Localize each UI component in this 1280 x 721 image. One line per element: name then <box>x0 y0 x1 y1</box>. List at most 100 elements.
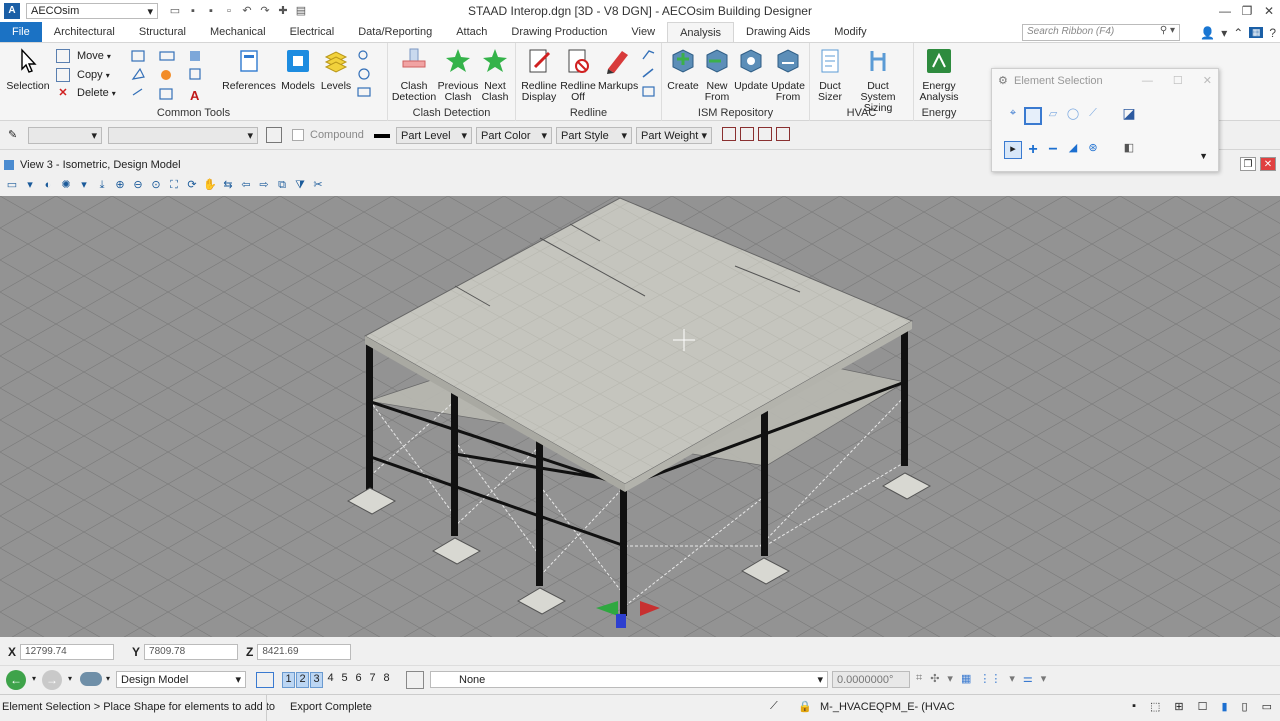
search-ribbon-input[interactable]: Search Ribbon (F4) ⚲ ▾ <box>1022 24 1180 41</box>
angle-field[interactable]: 0.0000000° <box>832 671 910 688</box>
shape-select-icon[interactable]: ▱ <box>1044 107 1062 125</box>
design-viewport[interactable] <box>0 196 1280 637</box>
block-select-icon[interactable] <box>1024 107 1042 125</box>
blank-status-icon[interactable]: ☐ <box>1198 700 1208 713</box>
folder-icon[interactable]: ▭ <box>168 4 182 18</box>
printer-icon[interactable]: ▤ <box>294 4 308 18</box>
lighting-icon[interactable]: ✺ <box>58 177 74 193</box>
layer-icon[interactable] <box>266 127 282 143</box>
element-selection-titlebar[interactable]: ⚙ Element Selection — ☐ ✕ <box>992 69 1218 93</box>
zoom-out-icon[interactable]: ⊖ <box>130 177 146 193</box>
close-icon[interactable]: ✕ <box>1203 69 1212 93</box>
levels-button[interactable]: Levels <box>320 47 352 92</box>
fence-icon[interactable]: ⬚ <box>1150 700 1160 713</box>
circle-select-icon[interactable]: ◯ <box>1064 107 1082 125</box>
snap-mode-icon[interactable]: ⚌ <box>1023 672 1033 685</box>
style-combo[interactable]: ▾ <box>28 127 102 144</box>
view-restore-icon[interactable]: ❐ <box>1240 157 1256 171</box>
display-style-icon[interactable]: ◐ <box>40 177 56 193</box>
clip-mask-icon[interactable]: ✂ <box>310 177 326 193</box>
chevron-down-icon[interactable]: ▾ <box>106 674 110 683</box>
markups-button[interactable]: Markups <box>598 47 638 92</box>
clip-volume-icon[interactable]: ⧩ <box>292 177 308 193</box>
tab-structural[interactable]: Structural <box>127 22 198 42</box>
zoom-in-icon[interactable]: ⊕ <box>112 177 128 193</box>
subtract-mode-icon[interactable]: − <box>1044 141 1062 159</box>
eyedropper-icon[interactable]: ✎ <box>8 128 17 141</box>
update-from-button[interactable]: Update From <box>768 47 808 103</box>
lock-style-icon[interactable] <box>758 127 772 141</box>
pan-view-icon[interactable]: ✋ <box>202 177 218 193</box>
tab-drawing-aids[interactable]: Drawing Aids <box>734 22 822 42</box>
help-icon[interactable]: ? <box>1269 26 1276 40</box>
isometric-model-canvas[interactable] <box>0 196 1280 637</box>
walk-icon[interactable]: ⇆ <box>220 177 236 193</box>
family-combo[interactable]: ▾ <box>108 127 258 144</box>
tab-drawing-production[interactable]: Drawing Production <box>499 22 619 42</box>
delete-button[interactable]: ✕ Delete ▾ <box>56 86 115 100</box>
update-button[interactable]: Update <box>734 47 768 92</box>
x-coordinate-field[interactable]: 12799.74 <box>20 644 115 660</box>
tab-data-reporting[interactable]: Data/Reporting <box>346 22 444 42</box>
previous-clash-button[interactable]: Previous Clash <box>436 47 480 103</box>
model-dropdown[interactable]: Design Model ▾ <box>116 671 246 688</box>
tab-analysis[interactable]: Analysis <box>667 22 735 42</box>
undo-icon[interactable]: ↶ <box>240 4 254 18</box>
page-icon[interactable]: ▯ <box>1242 700 1248 713</box>
clear-selection-icon[interactable]: ◪ <box>1120 105 1138 123</box>
chevron-down-icon[interactable]: ▾ <box>1041 672 1047 685</box>
part-style-combo[interactable]: Part Style ▾ <box>556 127 632 144</box>
new-from-button[interactable]: New From <box>700 47 734 103</box>
line-weight-icon[interactable] <box>374 134 390 138</box>
close-icon[interactable]: ✕ <box>1258 0 1280 22</box>
chevron-down-icon[interactable]: ▾ <box>1221 26 1227 40</box>
duct-sizer-button[interactable]: Duct Sizer <box>814 47 846 103</box>
minimize-icon[interactable]: — <box>1214 0 1236 22</box>
window-area-icon[interactable]: ⊙ <box>148 177 164 193</box>
forward-icon[interactable]: → <box>42 670 62 690</box>
update-view-icon[interactable]: ⤓ <box>94 177 110 193</box>
part-weight-combo[interactable]: Part Weight ▾ <box>636 127 712 144</box>
app-logo-icon[interactable]: A <box>4 3 20 19</box>
selection-button[interactable]: Selection <box>6 47 50 92</box>
save-all-icon[interactable]: ▪ <box>204 4 218 18</box>
network-icon[interactable]: ⊞ <box>1174 700 1183 713</box>
app-switch-icon[interactable]: ▦ <box>1249 27 1264 38</box>
clash-detection-button[interactable]: Clash Detection <box>390 47 438 103</box>
maximize-icon[interactable]: ☐ <box>1173 69 1183 93</box>
view-6-button[interactable]: 6 <box>352 672 365 688</box>
new-select-icon[interactable]: ▸ <box>1004 141 1022 159</box>
tab-architectural[interactable]: Architectural <box>42 22 127 42</box>
selection-options-icon[interactable]: ◧ <box>1120 141 1138 159</box>
back-icon[interactable]: ← <box>6 670 26 690</box>
tab-modify[interactable]: Modify <box>822 22 878 42</box>
pin-icon[interactable]: ✚ <box>276 4 290 18</box>
y-coordinate-field[interactable]: 7809.78 <box>144 644 239 660</box>
saved-view-dropdown[interactable]: None ▾ <box>430 671 828 688</box>
save-status-icon[interactable]: ▪ <box>1132 700 1136 713</box>
chevron-down-icon[interactable]: ▾ <box>22 177 38 193</box>
view-1-button[interactable]: 1 <box>282 672 295 688</box>
move-button[interactable]: Move ▾ <box>56 49 111 63</box>
view-next-icon[interactable]: ⇨ <box>256 177 272 193</box>
view-2-button[interactable]: 2 <box>296 672 309 688</box>
save-icon[interactable]: ▪ <box>186 4 200 18</box>
model-status-icon[interactable]: ▮ <box>1221 700 1227 713</box>
energy-analysis-button[interactable]: Energy Analysis <box>916 47 962 103</box>
compound-checkbox[interactable] <box>292 129 304 141</box>
redline-off-button[interactable]: Redline Off <box>558 47 598 103</box>
add-mode-icon[interactable]: + <box>1024 141 1042 159</box>
user-icon[interactable]: 👤 <box>1200 26 1215 40</box>
references-button[interactable]: References <box>222 47 276 92</box>
view-8-button[interactable]: 8 <box>380 672 393 688</box>
workspace-dropdown[interactable]: AECOsim ▾ <box>26 3 158 19</box>
active-level-status[interactable]: M-_HVACEQPM_E- (HVAC <box>820 701 955 713</box>
select-all-icon[interactable]: ⊛ <box>1084 141 1102 159</box>
chevron-down-icon[interactable]: ▾ <box>32 674 36 683</box>
fit-view-icon[interactable]: ⛶ <box>166 177 182 193</box>
view-attributes-icon[interactable]: ▭ <box>4 177 20 193</box>
lock-weight-icon[interactable] <box>776 127 790 141</box>
copy-view-icon[interactable]: ⧉ <box>274 177 290 193</box>
view-close-icon[interactable]: ✕ <box>1260 157 1276 171</box>
tab-view[interactable]: View <box>619 22 667 42</box>
